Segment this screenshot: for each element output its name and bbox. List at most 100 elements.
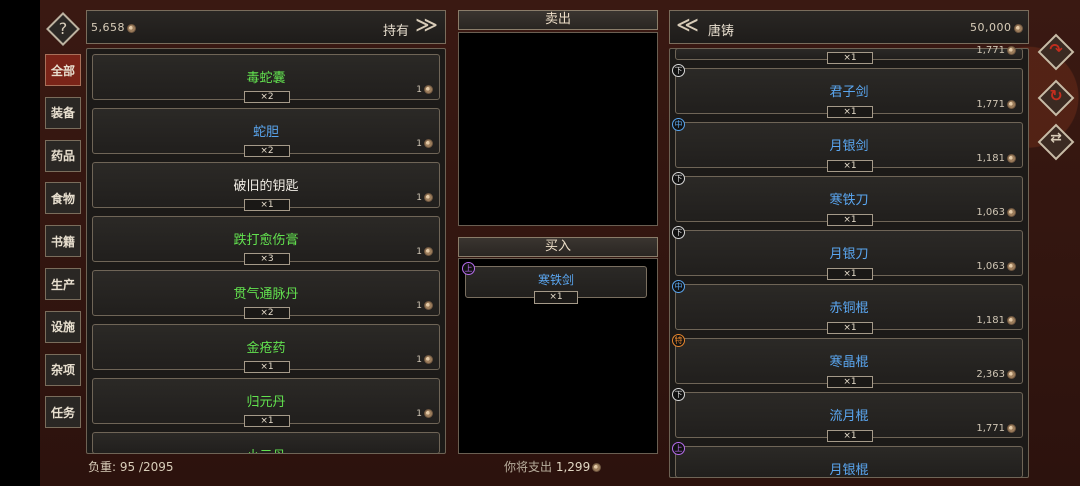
buy-item-qty: ×1 bbox=[534, 291, 578, 304]
shop-item-name: 寒铁刀 bbox=[829, 193, 869, 208]
category-tab[interactable]: 任务 bbox=[45, 396, 81, 429]
category-tab[interactable]: 设施 bbox=[45, 310, 81, 343]
inventory-item[interactable]: 贯气通脉丹 ×2 1 bbox=[92, 270, 440, 319]
shop-item-price: 2,363 bbox=[976, 369, 1016, 380]
confirm-trade-button[interactable]: ↷ bbox=[1037, 33, 1075, 71]
coin-icon bbox=[424, 85, 433, 94]
swap-button[interactable]: ⇄ bbox=[1037, 123, 1075, 161]
coin-icon bbox=[424, 355, 433, 364]
item-name: 毒蛇囊 bbox=[246, 71, 286, 86]
item-count: 1 bbox=[416, 139, 433, 149]
item-count-value: 1 bbox=[416, 247, 422, 257]
spend-label: 你将支出 bbox=[504, 460, 553, 474]
item-name: 小元丹 bbox=[93, 445, 439, 453]
held-label: 持有 bbox=[383, 24, 410, 39]
coin-icon bbox=[424, 247, 433, 256]
item-name: 破旧的钥匙 bbox=[233, 179, 299, 194]
shop-item[interactable]: 1,771 ×1 bbox=[675, 45, 1023, 64]
shop-item-name: 寒晶棍 bbox=[829, 355, 869, 370]
spend-value: 1,299 bbox=[555, 460, 591, 474]
shop-item[interactable]: 上月银棍 bbox=[672, 442, 1023, 478]
item-count-value: 1 bbox=[416, 139, 422, 149]
item-name: 跌打愈伤膏 bbox=[233, 233, 299, 248]
category-tab[interactable]: 书籍 bbox=[45, 225, 81, 258]
weight-label: 负重: bbox=[88, 460, 117, 474]
shop-item[interactable]: 下君子剑 1,771 ×1 bbox=[672, 64, 1023, 118]
buy-item-card[interactable]: 上 寒铁剑 ×1 bbox=[462, 262, 647, 304]
shop-item-price-value: 1,771 bbox=[976, 423, 1005, 434]
category-tab[interactable]: 装备 bbox=[45, 96, 81, 129]
item-qty: ×3 bbox=[244, 253, 290, 265]
shop-item-price: 1,771 bbox=[976, 99, 1016, 110]
shop-item-price-value: 1,063 bbox=[976, 207, 1005, 218]
tier-badge: 中 bbox=[672, 118, 685, 131]
buy-section-title: 买入 bbox=[458, 237, 658, 257]
item-count-value: 1 bbox=[416, 301, 422, 311]
coin-icon bbox=[1007, 207, 1016, 217]
refresh-icon: ↻ bbox=[1049, 86, 1063, 105]
buy-area: 上 寒铁剑 ×1 bbox=[458, 258, 658, 454]
item-qty: ×2 bbox=[244, 145, 290, 157]
category-tab[interactable]: 全部 bbox=[45, 54, 81, 86]
shop-money-bar: ≪ 唐铸 50,000 bbox=[669, 10, 1029, 44]
reset-button[interactable]: ↻ bbox=[1037, 79, 1075, 117]
shop-item[interactable]: 下流月棍 1,771 ×1 bbox=[672, 388, 1023, 442]
shop-item[interactable]: 中月银剑 1,181 ×1 bbox=[672, 118, 1023, 172]
spend-readout: 你将支出 1,299 bbox=[504, 458, 602, 475]
screen-edge-left bbox=[0, 0, 40, 486]
coin-icon bbox=[1007, 261, 1016, 271]
shop-item-qty: ×1 bbox=[827, 214, 873, 226]
inventory-item[interactable]: 毒蛇囊 ×2 1 bbox=[92, 54, 440, 103]
item-qty: ×2 bbox=[244, 307, 290, 319]
inventory-item[interactable]: 小元丹 bbox=[92, 432, 440, 454]
shop-item-name: 流月棍 bbox=[829, 409, 869, 424]
inventory-item[interactable]: 蛇胆 ×2 1 bbox=[92, 108, 440, 157]
player-money: 5,658 bbox=[91, 21, 136, 34]
shop-item-price-value: 1,771 bbox=[976, 45, 1005, 56]
inventory-item[interactable]: 归元丹 ×1 1 bbox=[92, 378, 440, 427]
shop-item-qty: ×1 bbox=[827, 268, 873, 280]
next-arrow-icon[interactable]: ≫ bbox=[415, 13, 438, 38]
shop-item-price: 1,181 bbox=[976, 153, 1016, 164]
tier-badge: 下 bbox=[672, 226, 685, 239]
shop-item-qty: ×1 bbox=[827, 322, 873, 334]
coin-icon bbox=[1007, 315, 1016, 325]
item-name: 贯气通脉丹 bbox=[233, 287, 299, 302]
tier-badge: 上 bbox=[672, 442, 685, 455]
shop-item-price: 1,063 bbox=[976, 207, 1016, 218]
item-count: 1 bbox=[416, 355, 433, 365]
coin-icon bbox=[127, 23, 136, 33]
category-tab[interactable]: 食物 bbox=[45, 182, 81, 215]
shop-item-name: 月银剑 bbox=[829, 139, 869, 154]
coin-icon bbox=[424, 139, 433, 148]
shop-item-price-value: 1,181 bbox=[976, 315, 1005, 326]
coin-icon bbox=[592, 463, 602, 472]
coin-icon bbox=[424, 409, 433, 418]
shop-item-price: 1,181 bbox=[976, 315, 1016, 326]
sell-section-title: 卖出 bbox=[458, 10, 658, 30]
shop-item[interactable]: 特寒晶棍 2,363 ×1 bbox=[672, 334, 1023, 388]
shop-item-qty: ×1 bbox=[827, 376, 873, 388]
shop-item-name: 月银棍 bbox=[829, 463, 869, 478]
inventory-item[interactable]: 跌打愈伤膏 ×3 1 bbox=[92, 216, 440, 265]
coin-icon bbox=[1007, 369, 1016, 379]
coin-icon bbox=[424, 193, 433, 202]
help-button[interactable]: ? bbox=[46, 12, 80, 46]
shop-item[interactable]: 下月银刀 1,063 ×1 bbox=[672, 226, 1023, 280]
tier-badge: 下 bbox=[672, 172, 685, 185]
shop-item-price: 1,771 bbox=[976, 423, 1016, 434]
category-tab[interactable]: 生产 bbox=[45, 268, 81, 300]
prev-arrow-icon[interactable]: ≪ bbox=[676, 13, 699, 38]
item-count: 1 bbox=[416, 85, 433, 95]
coin-icon bbox=[1007, 45, 1016, 55]
coin-icon bbox=[1007, 99, 1016, 109]
category-tab[interactable]: 杂项 bbox=[45, 353, 81, 386]
shop-item[interactable]: 中赤铜棍 1,181 ×1 bbox=[672, 280, 1023, 334]
item-count-value: 1 bbox=[416, 193, 422, 203]
category-tab[interactable]: 药品 bbox=[45, 139, 81, 172]
inventory-item[interactable]: 金疮药 ×1 1 bbox=[92, 324, 440, 373]
shop-item[interactable]: 下寒铁刀 1,063 ×1 bbox=[672, 172, 1023, 226]
item-qty: ×1 bbox=[244, 415, 290, 427]
item-name: 蛇胆 bbox=[252, 125, 279, 140]
inventory-item[interactable]: 破旧的钥匙 ×1 1 bbox=[92, 162, 440, 211]
